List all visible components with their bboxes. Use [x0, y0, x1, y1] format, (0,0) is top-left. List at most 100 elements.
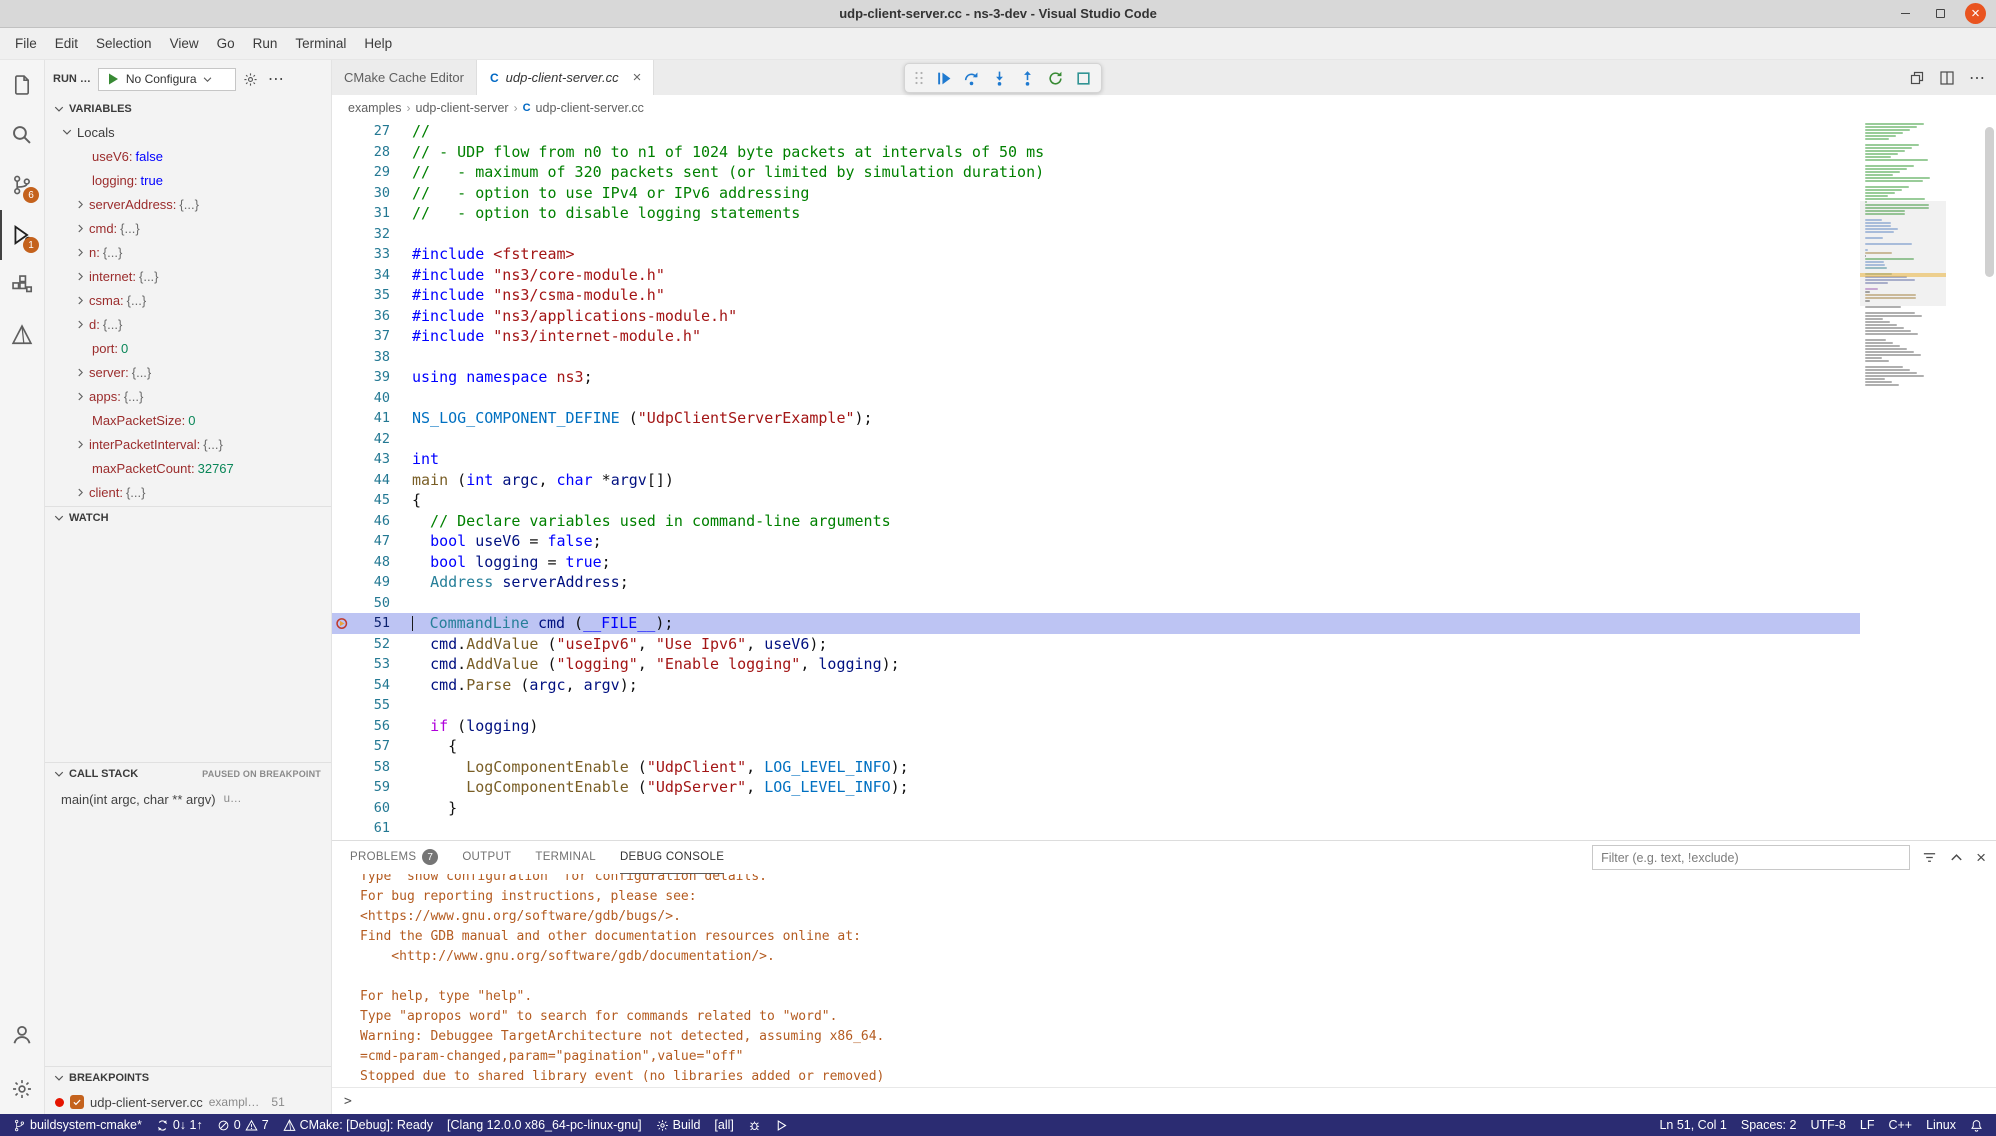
variable-server[interactable]: server: {...} — [45, 360, 331, 384]
activity-source-control[interactable]: 6 — [0, 160, 44, 210]
minimap[interactable] — [1860, 123, 1946, 387]
status-cmake-status[interactable]: CMake: [Debug]: Ready — [276, 1114, 440, 1136]
code-line-55[interactable]: 55 — [332, 695, 1860, 716]
tab-udp-client-server-cc[interactable]: Cudp-client-server.cc× — [477, 60, 654, 95]
code-line-33[interactable]: 33#include <fstream> — [332, 244, 1860, 265]
panel-tab-problems[interactable]: PROBLEMS7 — [350, 841, 438, 874]
stack-frame-main[interactable]: main(int argc, char ** argv) u… — [45, 787, 331, 811]
code-line-35[interactable]: 35#include "ns3/csma-module.h" — [332, 285, 1860, 306]
code-line-40[interactable]: 40 — [332, 388, 1860, 409]
status-notifications[interactable] — [1963, 1114, 1990, 1136]
code-line-44[interactable]: 44main (int argc, char *argv[]) — [332, 470, 1860, 491]
code-line-48[interactable]: 48 bool logging = true; — [332, 552, 1860, 573]
code-editor[interactable]: 27//28// - UDP flow from n0 to n1 of 102… — [332, 121, 1996, 840]
start-debug-icon[interactable] — [105, 71, 121, 87]
step-out-button[interactable] — [1013, 65, 1041, 91]
code-line-56[interactable]: 56 if (logging) — [332, 716, 1860, 737]
status-git-branch[interactable]: buildsystem-cmake* — [6, 1114, 149, 1136]
code-line-38[interactable]: 38 — [332, 347, 1860, 368]
filter-icon[interactable] — [1922, 850, 1937, 865]
variable-interPacketInterval[interactable]: interPacketInterval: {...} — [45, 432, 331, 456]
scrollbar-thumb[interactable] — [1985, 127, 1994, 277]
close-tab-icon[interactable]: × — [633, 70, 642, 85]
menu-view[interactable]: View — [161, 36, 208, 51]
activity-run-and-debug[interactable]: 1 — [0, 210, 44, 260]
code-line-29[interactable]: 29// - maximum of 320 packets sent (or l… — [332, 162, 1860, 183]
menu-edit[interactable]: Edit — [46, 36, 87, 51]
status-debug-launch[interactable] — [741, 1114, 768, 1136]
status-os[interactable]: Linux — [1919, 1114, 1963, 1136]
panel-tab-output[interactable]: OUTPUT — [462, 841, 511, 874]
code-line-43[interactable]: 43int — [332, 449, 1860, 470]
code-line-51[interactable]: 51 CommandLine cmd (__FILE__); — [332, 613, 1860, 634]
code-line-50[interactable]: 50 — [332, 593, 1860, 614]
status-eol[interactable]: LF — [1853, 1114, 1882, 1136]
variable-logging[interactable]: logging: true — [45, 168, 331, 192]
scope-locals[interactable]: Locals — [45, 120, 331, 144]
code-line-58[interactable]: 58 LogComponentEnable ("UdpClient", LOG_… — [332, 757, 1860, 778]
more-actions-icon[interactable]: ⋯ — [268, 69, 285, 89]
status-active-kit[interactable]: [Clang 12.0.0 x86_64-pc-linux-gnu] — [440, 1114, 649, 1136]
close-panel-icon[interactable]: × — [1976, 849, 1986, 866]
menu-go[interactable]: Go — [208, 36, 244, 51]
variable-csma[interactable]: csma: {...} — [45, 288, 331, 312]
variable-MaxPacketSize[interactable]: MaxPacketSize: 0 — [45, 408, 331, 432]
call-stack-section-header[interactable]: CALL STACK PAUSED ON BREAKPOINT — [45, 762, 331, 784]
code-line-61[interactable]: 61 — [332, 818, 1860, 839]
code-line-46[interactable]: 46 // Declare variables used in command-… — [332, 511, 1860, 532]
configure-gear-icon[interactable] — [243, 72, 258, 87]
code-line-36[interactable]: 36#include "ns3/applications-module.h" — [332, 306, 1860, 327]
code-line-34[interactable]: 34#include "ns3/core-module.h" — [332, 265, 1860, 286]
status-indentation[interactable]: Spaces: 2 — [1734, 1114, 1804, 1136]
code-line-54[interactable]: 54 cmd.Parse (argc, argv); — [332, 675, 1860, 696]
variable-maxPacketCount[interactable]: maxPacketCount: 32767 — [45, 456, 331, 480]
code-line-41[interactable]: 41NS_LOG_COMPONENT_DEFINE ("UdpClientSer… — [332, 408, 1860, 429]
status-run-launch[interactable] — [768, 1114, 795, 1136]
breadcrumb-udp-client-server[interactable]: udp-client-server — [416, 101, 509, 115]
code-line-31[interactable]: 31// - option to disable logging stateme… — [332, 203, 1860, 224]
breakpoints-section-header[interactable]: BREAKPOINTS — [45, 1066, 331, 1088]
variable-internet[interactable]: internet: {...} — [45, 264, 331, 288]
breakpoint-checkbox[interactable] — [70, 1095, 84, 1109]
variable-client[interactable]: client: {...} — [45, 480, 331, 504]
code-line-53[interactable]: 53 cmd.AddValue ("logging", "Enable logg… — [332, 654, 1860, 675]
status-encoding[interactable]: UTF-8 — [1803, 1114, 1852, 1136]
step-over-button[interactable] — [957, 65, 985, 91]
variable-useV6[interactable]: useV6: false — [45, 144, 331, 168]
minimize-button[interactable] — [1895, 3, 1916, 24]
activity-cmake[interactable] — [0, 310, 44, 360]
variable-d[interactable]: d: {...} — [45, 312, 331, 336]
menu-help[interactable]: Help — [355, 36, 401, 51]
code-line-59[interactable]: 59 LogComponentEnable ("UdpServer", LOG_… — [332, 777, 1860, 798]
code-line-47[interactable]: 47 bool useV6 = false; — [332, 531, 1860, 552]
continue-button[interactable] — [929, 65, 957, 91]
variable-apps[interactable]: apps: {...} — [45, 384, 331, 408]
split-editor-icon[interactable] — [1939, 70, 1955, 86]
status-cursor-position[interactable]: Ln 51, Col 1 — [1652, 1114, 1733, 1136]
code-line-57[interactable]: 57 { — [332, 736, 1860, 757]
restart-button[interactable] — [1041, 65, 1069, 91]
status-language-mode[interactable]: C++ — [1881, 1114, 1919, 1136]
watch-section-header[interactable]: WATCH — [45, 506, 331, 528]
breadcrumb-file[interactable]: udp-client-server.cc — [536, 101, 644, 115]
launch-config-dropdown[interactable]: No Configura — [98, 68, 236, 91]
variable-serverAddress[interactable]: serverAddress: {...} — [45, 192, 331, 216]
more-actions-icon[interactable]: ⋯ — [1969, 68, 1986, 88]
code-line-28[interactable]: 28// - UDP flow from n0 to n1 of 1024 by… — [332, 142, 1860, 163]
code-line-32[interactable]: 32 — [332, 224, 1860, 245]
activity-settings[interactable] — [0, 1064, 44, 1114]
debug-console-filter-input[interactable] — [1592, 845, 1910, 870]
menu-run[interactable]: Run — [244, 36, 287, 51]
variable-cmd[interactable]: cmd: {...} — [45, 216, 331, 240]
status-build[interactable]: Build — [649, 1114, 708, 1136]
debug-console-prompt[interactable]: > — [332, 1087, 1996, 1114]
open-changes-icon[interactable] — [1909, 70, 1925, 86]
activity-search[interactable] — [0, 110, 44, 160]
code-line-60[interactable]: 60 } — [332, 798, 1860, 819]
menu-terminal[interactable]: Terminal — [286, 36, 355, 51]
code-line-30[interactable]: 30// - option to use IPv4 or IPv6 addres… — [332, 183, 1860, 204]
code-line-27[interactable]: 27// — [332, 121, 1860, 142]
menu-selection[interactable]: Selection — [87, 36, 161, 51]
close-window-button[interactable]: × — [1965, 3, 1986, 24]
status-sync-changes[interactable]: 0↓ 1↑ — [149, 1114, 210, 1136]
